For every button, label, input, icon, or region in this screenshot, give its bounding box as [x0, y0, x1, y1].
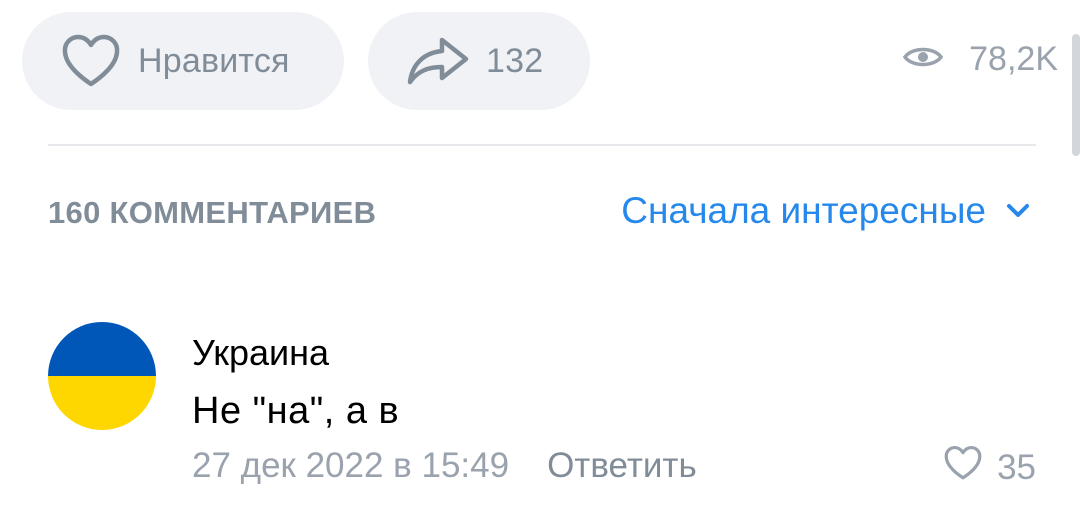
share-count: 132: [486, 41, 544, 80]
avatar[interactable]: [48, 322, 156, 430]
comment-meta: 27 дек 2022 в 15:49 Ответить: [192, 446, 697, 486]
comment-author[interactable]: Украина: [192, 332, 329, 374]
avatar-flag-top: [48, 322, 156, 376]
post-footer: Нравится 132 78,2K 160 КОММЕНТАРИЕВ Снач…: [0, 0, 1080, 515]
eye-icon: [903, 40, 944, 79]
reply-button[interactable]: Ответить: [547, 446, 697, 486]
views-counter: 78,2K: [903, 40, 1058, 79]
comments-count: 160 КОММЕНТАРИЕВ: [48, 195, 377, 230]
comment-date: 27 дек 2022 в 15:49: [192, 446, 510, 485]
comment-like-count: 35: [997, 447, 1036, 487]
heart-icon: [943, 445, 983, 490]
divider: [48, 144, 1036, 146]
heart-icon: [60, 33, 122, 89]
comment-like-button[interactable]: 35: [943, 445, 1036, 490]
scrollbar[interactable]: [1072, 34, 1080, 156]
share-button[interactable]: 132: [368, 12, 590, 110]
comment-text: Не "на", а в: [192, 390, 400, 432]
comments-sort-dropdown[interactable]: Сначала интересные: [621, 190, 1030, 232]
like-button[interactable]: Нравится: [22, 12, 344, 110]
like-label: Нравится: [138, 41, 290, 80]
sort-label: Сначала интересные: [621, 190, 986, 231]
comment-item: Украина Не "на", а в 27 дек 2022 в 15:49…: [48, 320, 1036, 495]
share-arrow-icon: [406, 35, 470, 87]
chevron-down-icon: [1006, 203, 1030, 219]
views-count: 78,2K: [969, 40, 1058, 78]
avatar-flag-bottom: [48, 376, 156, 430]
